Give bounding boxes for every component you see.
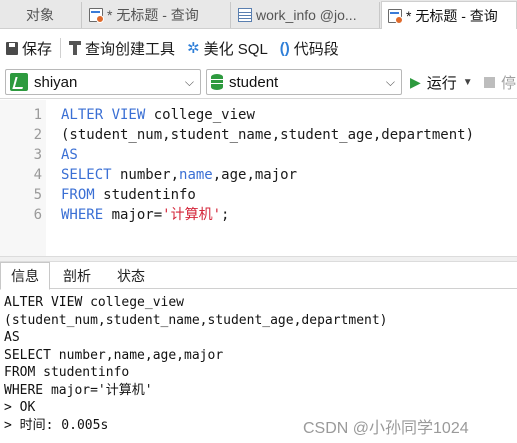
beautify-sql-button[interactable]: ✲ 美化 SQL xyxy=(181,30,274,66)
line-number: 6 xyxy=(33,207,42,223)
output-line: > 时间: 0.005s xyxy=(4,417,109,433)
play-icon: ▶ xyxy=(410,73,421,90)
tab-label: 状态 xyxy=(117,267,145,284)
code-text: AS xyxy=(61,145,78,165)
sql-token: college_view xyxy=(145,107,255,123)
query-tab-strip: 对象 * 无标题 - 查询 work_info @jo... * 无标题 - 查… xyxy=(0,0,517,29)
database-select[interactable]: student ⌵ xyxy=(206,69,402,95)
output-line: SELECT number,name,age,major xyxy=(4,347,224,363)
tab-label: 剖析 xyxy=(63,267,91,284)
editor-toolbar: 保存 查询创建工具 ✲ 美化 SQL () 代码段 xyxy=(0,30,517,66)
code-text: FROM studentinfo xyxy=(61,185,196,205)
tab-label: 对象 xyxy=(26,7,54,23)
tab-label: * 无标题 - 查询 xyxy=(107,7,199,23)
sql-keyword: SELECT xyxy=(61,167,112,183)
save-label: 保存 xyxy=(22,40,53,58)
code-line: 3 AS xyxy=(0,145,517,165)
watermark-text: CSDN @小孙同学1024 xyxy=(303,420,469,437)
result-tab-bar: 信息 剖析 状态 xyxy=(0,262,517,290)
sql-token: ; xyxy=(221,207,230,223)
selector-row: shiyan ⌵ student ⌵ ▶ 运行 ▼ 停 xyxy=(0,67,517,99)
tab-message[interactable]: 信息 xyxy=(0,262,50,290)
output-line: ALTER VIEW college_view xyxy=(4,295,185,310)
code-line: 6 WHERE major='计算机'; xyxy=(0,205,517,225)
line-number: 4 xyxy=(33,167,42,183)
output-line: (student_num,student_name,student_age,de… xyxy=(4,312,388,328)
caret-down-icon[interactable]: ▼ xyxy=(463,77,473,88)
sql-token: studentinfo xyxy=(94,187,196,203)
line-number: 2 xyxy=(33,127,42,143)
tab-untitled-query-active[interactable]: * 无标题 - 查询 xyxy=(381,1,517,29)
connection-value: shiyan xyxy=(34,73,78,91)
sql-string: '计算机' xyxy=(162,207,222,223)
query-icon xyxy=(388,8,403,24)
run-button[interactable]: ▶ 运行 ▼ xyxy=(410,69,473,95)
sql-token: ,age,major xyxy=(212,167,298,183)
tab-label: * 无标题 - 查询 xyxy=(406,7,498,24)
sql-editor[interactable]: 1 ALTER VIEW college_view 2 (student_num,st… xyxy=(0,100,517,256)
tab-profile[interactable]: 剖析 xyxy=(52,262,102,289)
tab-label: 信息 xyxy=(11,268,39,284)
code-line: 4 SELECT number,name,age,major xyxy=(0,165,517,185)
query-builder-label: 查询创建工具 xyxy=(85,40,176,58)
table-icon xyxy=(238,8,252,22)
sql-token: number, xyxy=(111,167,180,183)
query-builder-button[interactable]: 查询创建工具 xyxy=(63,30,181,66)
output-line: > OK xyxy=(4,400,36,415)
code-snippet-button[interactable]: () 代码段 xyxy=(274,30,345,66)
connection-icon xyxy=(10,73,28,91)
output-line: AS xyxy=(4,330,20,345)
line-number: 5 xyxy=(33,187,42,203)
code-line: 1 ALTER VIEW college_view xyxy=(0,105,517,125)
database-value: student xyxy=(229,73,279,91)
magic-wand-icon: ✲ xyxy=(187,39,200,57)
sql-token: major= xyxy=(103,207,163,223)
parentheses-icon: () xyxy=(279,39,290,57)
beautify-sql-label: 美化 SQL xyxy=(203,40,268,58)
code-line: 5 FROM studentinfo xyxy=(0,185,517,205)
code-text: SELECT number,name,age,major xyxy=(61,165,297,185)
line-number: 1 xyxy=(33,107,42,123)
database-icon xyxy=(211,74,223,90)
sql-keyword: FROM xyxy=(61,187,95,203)
tab-work-info-table[interactable]: work_info @jo... xyxy=(232,2,380,28)
code-text: (student_num,student_name,student_age,de… xyxy=(61,125,474,145)
code-line: 2 (student_num,student_name,student_age,d… xyxy=(0,125,517,145)
stop-label: 停 xyxy=(501,74,517,92)
chevron-down-icon: ⌵ xyxy=(385,75,395,89)
code-text: ALTER VIEW college_view xyxy=(61,105,255,125)
save-icon xyxy=(6,41,18,55)
toolbar-divider xyxy=(60,38,62,58)
code-snippet-label: 代码段 xyxy=(293,40,339,58)
sql-keyword: name xyxy=(179,167,213,183)
chevron-down-icon: ⌵ xyxy=(184,75,194,89)
tab-objects[interactable]: 对象 xyxy=(0,2,82,28)
line-number: 3 xyxy=(33,147,42,163)
code-text: WHERE major='计算机'; xyxy=(61,205,229,225)
query-icon xyxy=(89,8,104,23)
tab-untitled-query-1[interactable]: * 无标题 - 查询 xyxy=(83,2,231,28)
output-line: WHERE major='计算机' xyxy=(4,382,153,398)
query-builder-icon xyxy=(69,41,82,55)
sql-keyword: AS xyxy=(61,147,78,163)
stop-icon xyxy=(484,76,495,88)
sql-keyword: ALTER VIEW xyxy=(61,107,146,123)
sql-keyword: WHERE xyxy=(61,207,104,223)
connection-select[interactable]: shiyan ⌵ xyxy=(5,69,201,95)
tab-label: work_info @jo... xyxy=(256,7,357,23)
stop-button[interactable]: 停 xyxy=(484,69,516,95)
sql-token: (student_num,student_name,student_age,de… xyxy=(61,127,475,143)
run-label: 运行 xyxy=(426,74,457,92)
tab-status[interactable]: 状态 xyxy=(104,262,158,289)
output-line: FROM studentinfo xyxy=(4,365,130,380)
save-button[interactable]: 保存 xyxy=(0,30,58,66)
